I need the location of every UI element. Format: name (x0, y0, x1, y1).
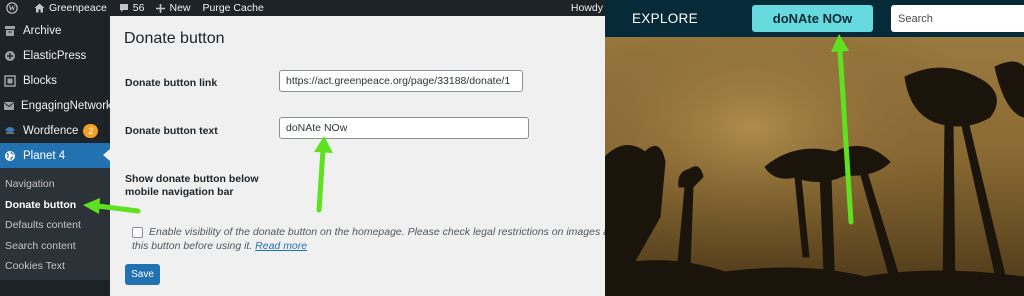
site-search-input[interactable]: Search (891, 5, 1024, 32)
comments-count: 56 (132, 2, 145, 14)
purge-cache-label: Purge Cache (202, 2, 264, 14)
submenu-item-defaults-content[interactable]: Defaults content (0, 215, 110, 236)
save-button[interactable]: Save (125, 264, 160, 285)
checkbox-description: Enable visibility of the donate button o… (132, 226, 605, 253)
sidebar-item-engagingnetworks[interactable]: EngagingNetworks (0, 93, 118, 118)
howdy-account-link[interactable]: Howdy (571, 0, 603, 16)
sidebar-item-label: Blocks (23, 74, 57, 87)
new-content-link[interactable]: New (150, 0, 196, 16)
read-more-link[interactable]: Read more (255, 240, 307, 252)
wp-admin-bar: W Greenpeace 56 New Purge Cache Howdy (0, 0, 605, 16)
engagingnetworks-icon (3, 99, 15, 113)
plus-icon (156, 3, 166, 13)
blocks-icon (3, 74, 17, 88)
show-below-nav-label: Show donate button below mobile navigati… (125, 173, 259, 199)
admin-sidebar: Archive ElasticPress Blocks EngagingNetw… (0, 16, 118, 296)
elasticpress-icon (3, 49, 17, 63)
submenu-item-donate-button[interactable]: Donate button (0, 195, 110, 216)
site-navigation-bar: EXPLORE doNAte NOw Search (605, 0, 1024, 37)
sidebar-item-blocks[interactable]: Blocks (0, 68, 110, 93)
sidebar-item-planet4[interactable]: Planet 4 (0, 143, 110, 168)
forest-fire-background-image (605, 37, 1024, 296)
wordfence-icon (3, 124, 17, 138)
donate-link-label: Donate button link (125, 77, 218, 89)
sidebar-item-wordfence[interactable]: Wordfence 2 (0, 118, 110, 143)
submenu-item-search-content[interactable]: Search content (0, 236, 110, 257)
donate-text-input[interactable]: doNAte NOw (279, 117, 529, 139)
howdy-label: Howdy (570, 2, 603, 14)
home-icon (34, 3, 45, 13)
wordpress-logo-icon[interactable]: W (0, 0, 28, 16)
archive-icon (3, 24, 17, 38)
comments-link[interactable]: 56 (113, 0, 151, 16)
sidebar-item-archive[interactable]: Archive (0, 18, 110, 43)
sidebar-item-label: EngagingNetworks (21, 99, 118, 112)
sidebar-item-label: Planet 4 (23, 149, 66, 162)
show-below-nav-label-line2: mobile navigation bar (125, 186, 234, 198)
purge-cache-link[interactable]: Purge Cache (197, 0, 270, 16)
checkbox-description-line1: Enable visibility of the donate button o… (149, 226, 605, 238)
explore-link[interactable]: EXPLORE (632, 11, 698, 26)
show-below-nav-label-line1: Show donate button below (125, 173, 259, 185)
submenu-item-navigation[interactable]: Navigation (0, 174, 110, 195)
wordfence-badge: 2 (83, 123, 99, 138)
site-preview: EXPLORE doNAte NOw Search (605, 0, 1024, 296)
submenu-item-cookies-text[interactable]: Cookies Text (0, 256, 110, 277)
svg-text:W: W (9, 5, 16, 13)
site-name: Greenpeace (49, 2, 107, 14)
comment-icon (119, 4, 128, 12)
new-label: New (169, 2, 191, 14)
planet4-submenu: Navigation Donate button Defaults conten… (0, 168, 110, 280)
sidebar-item-label: ElasticPress (23, 49, 87, 62)
globe-icon (3, 149, 17, 163)
donate-now-button[interactable]: doNAte NOw (752, 5, 873, 32)
sidebar-item-elasticpress[interactable]: ElasticPress (0, 43, 110, 68)
sidebar-item-label: Wordfence (23, 124, 79, 137)
donate-text-label: Donate button text (125, 125, 218, 137)
settings-panel: Donate button Donate button link https:/… (110, 16, 605, 296)
donate-link-input[interactable]: https://act.greenpeace.org/page/33188/do… (279, 70, 523, 92)
sidebar-item-label: Archive (23, 24, 62, 37)
page-title: Donate button (124, 30, 225, 47)
checkbox-description-line2: this button before using it. (132, 240, 253, 252)
site-name-link[interactable]: Greenpeace (28, 0, 113, 16)
